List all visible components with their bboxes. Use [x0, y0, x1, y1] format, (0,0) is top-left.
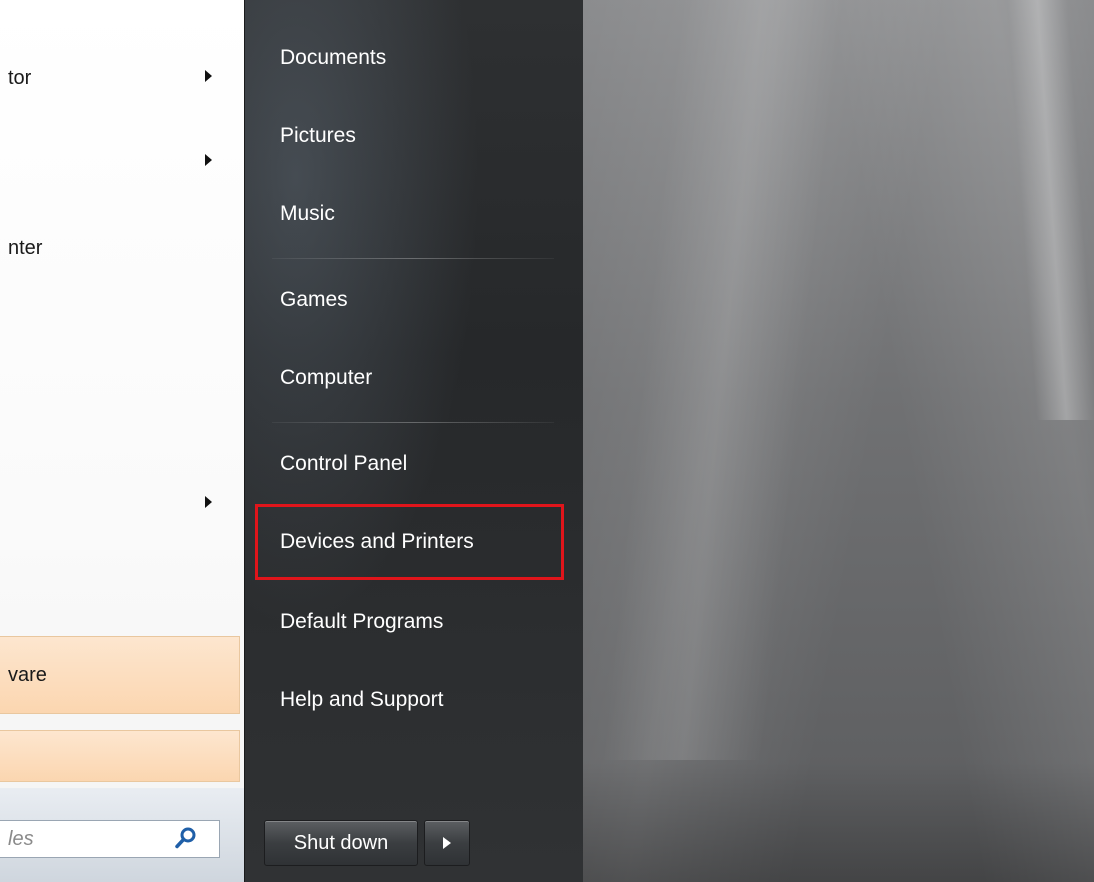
- menu-item-help-and-support[interactable]: Help and Support: [264, 670, 443, 730]
- menu-item-label: Documents: [280, 46, 387, 69]
- shutdown-button[interactable]: Shut down: [264, 820, 418, 866]
- menu-item-music[interactable]: Music: [264, 184, 335, 244]
- desktop-background: [582, 0, 1094, 882]
- shutdown-options-button[interactable]: [424, 820, 470, 866]
- menu-item-games[interactable]: Games: [264, 270, 348, 330]
- menu-item-label: Computer: [280, 366, 373, 389]
- menu-item-label: Help and Support: [280, 688, 444, 711]
- menu-item-label: Pictures: [280, 124, 356, 147]
- menu-item-default-programs[interactable]: Default Programs: [264, 592, 443, 652]
- recent-program-item[interactable]: [0, 730, 240, 782]
- recent-program-item[interactable]: vare: [0, 636, 240, 714]
- program-item-label: tor: [8, 66, 32, 89]
- wallpaper-light-streak: [602, 0, 842, 760]
- program-item[interactable]: nter: [0, 228, 236, 268]
- menu-item-documents[interactable]: Documents: [264, 28, 386, 88]
- search-placeholder: les: [8, 827, 34, 850]
- menu-separator: [272, 422, 554, 423]
- recent-program-label: vare: [8, 663, 47, 686]
- search-icon[interactable]: [174, 826, 198, 850]
- menu-item-label: Default Programs: [280, 610, 444, 633]
- program-item-label: nter: [8, 236, 43, 259]
- menu-item-label: Games: [280, 288, 348, 311]
- program-item[interactable]: tor: [0, 58, 236, 98]
- program-item[interactable]: [0, 484, 236, 524]
- menu-item-computer[interactable]: Computer: [264, 348, 372, 408]
- wallpaper-light-streak: [1007, 0, 1094, 420]
- menu-item-label: Music: [280, 202, 335, 225]
- menu-item-label: Control Panel: [280, 452, 408, 475]
- menu-item-pictures[interactable]: Pictures: [264, 106, 356, 166]
- wallpaper-shadow: [582, 762, 1094, 882]
- shutdown-label: Shut down: [293, 831, 389, 854]
- menu-separator: [272, 258, 554, 259]
- submenu-arrow-icon[interactable]: [205, 496, 212, 508]
- play-arrow-icon: [443, 837, 451, 849]
- menu-item-control-panel[interactable]: Control Panel: [264, 434, 407, 494]
- submenu-arrow-icon[interactable]: [205, 70, 212, 82]
- highlight-annotation-box: [255, 504, 564, 580]
- submenu-arrow-icon[interactable]: [205, 154, 212, 166]
- program-item[interactable]: [0, 142, 236, 182]
